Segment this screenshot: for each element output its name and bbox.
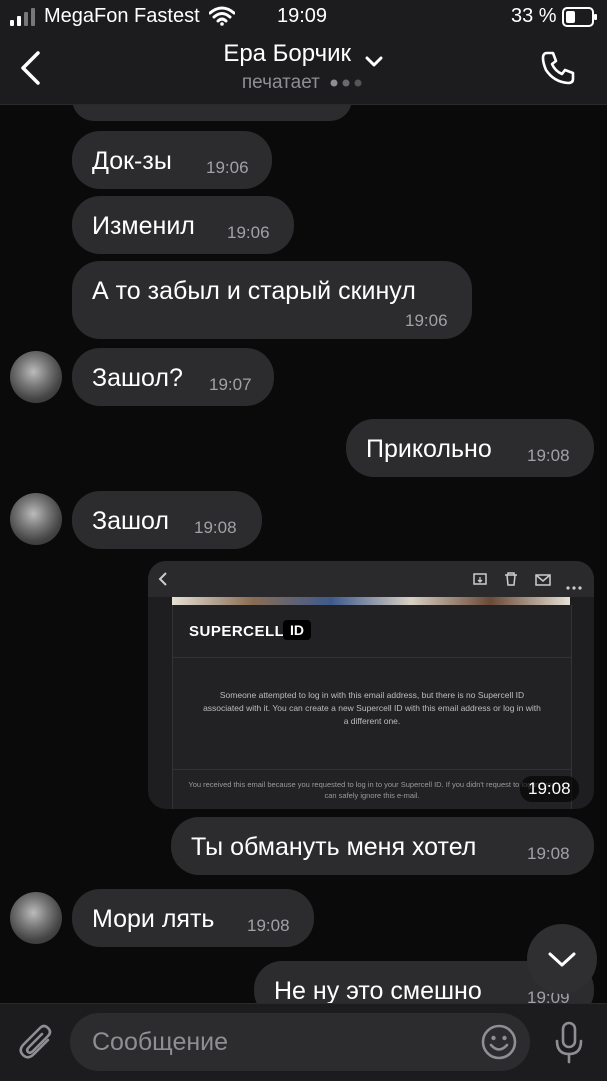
message-text: Прикольно bbox=[366, 435, 492, 463]
message-bubble[interactable]: А то забыл и старый скинул 19:06 bbox=[72, 261, 472, 339]
microphone-icon[interactable] bbox=[552, 1020, 586, 1066]
wifi-icon bbox=[208, 6, 236, 26]
composer-bar: Сообщение bbox=[0, 1003, 607, 1081]
message-bubble[interactable]: Мори лять 19:08 bbox=[72, 889, 314, 947]
message-bubble[interactable]: Изменил 19:06 bbox=[72, 196, 294, 254]
trash-icon bbox=[504, 571, 518, 587]
message-text: Ты обмануть меня хотел bbox=[191, 833, 477, 861]
attach-icon[interactable] bbox=[18, 1022, 56, 1064]
email-toolbar bbox=[148, 561, 594, 597]
supercell-logo: SUPERCELL bbox=[189, 623, 285, 640]
message-text: А то забыл и старый скинул bbox=[92, 277, 416, 305]
archive-icon bbox=[473, 572, 487, 586]
message-text: Док-зы bbox=[92, 147, 172, 175]
message-time: 19:08 bbox=[194, 518, 237, 537]
contact-name[interactable]: Ера Борчик bbox=[223, 40, 351, 67]
signal-icon bbox=[10, 8, 38, 26]
message-bubble-outgoing[interactable]: Прикольно 19:08 bbox=[346, 419, 594, 477]
image-message[interactable]: SUPERCELL ID Someone attempted to log in… bbox=[148, 561, 594, 809]
message-bubble[interactable]: Зашол 19:08 bbox=[72, 491, 262, 549]
message-bubble[interactable]: Зашол? 19:07 bbox=[72, 348, 274, 406]
message-time: 19:08 bbox=[247, 916, 290, 935]
message-text: Мори лять bbox=[92, 905, 215, 933]
message-text: Изменил bbox=[92, 212, 195, 240]
mail-icon bbox=[535, 573, 551, 586]
avatar[interactable] bbox=[10, 351, 62, 403]
battery-icon bbox=[562, 7, 598, 27]
message-time: 19:06 bbox=[405, 311, 448, 330]
message-bubble[interactable]: Док-зы 19:06 bbox=[72, 131, 272, 189]
message-text: Не ну это смешно bbox=[274, 977, 482, 1003]
email-hero-image bbox=[172, 597, 570, 605]
message-time: 19:08 bbox=[527, 844, 570, 863]
status-bar: MegaFon Fastest 19:09 33 % bbox=[0, 0, 607, 34]
scroll-down-icon[interactable] bbox=[527, 924, 597, 994]
message-time: 19:06 bbox=[206, 158, 249, 177]
message-time: 19:08 bbox=[527, 446, 570, 465]
email-card: SUPERCELL ID Someone attempted to log in… bbox=[172, 605, 572, 809]
avatar[interactable] bbox=[10, 493, 62, 545]
carrier-name: MegaFon Fastest bbox=[44, 5, 200, 27]
chat-header: Ера Борчик печатает bbox=[0, 34, 607, 105]
avatar[interactable] bbox=[10, 892, 62, 944]
typing-text: печатает bbox=[241, 72, 320, 93]
message-bubble-outgoing[interactable]: Ты обмануть меня хотел 19:08 bbox=[171, 817, 594, 875]
back-chevron-icon bbox=[158, 571, 168, 587]
supercell-id-badge: ID bbox=[283, 620, 311, 640]
image-message-time: 19:08 bbox=[520, 776, 579, 802]
message-list[interactable]: Док-зы 19:06 Изменил 19:06 А то забыл и … bbox=[0, 105, 607, 1003]
chevron-down-icon[interactable] bbox=[364, 48, 384, 67]
message-time: 19:06 bbox=[227, 223, 270, 242]
contact-name-row[interactable]: Ера Борчик bbox=[0, 40, 607, 68]
email-footer: You received this email because you requ… bbox=[188, 780, 556, 800]
more-icon bbox=[566, 577, 582, 590]
typing-dots-icon bbox=[329, 72, 365, 87]
message-input-placeholder: Сообщение bbox=[92, 1028, 229, 1056]
message-text: Зашол? bbox=[92, 364, 183, 392]
battery-percent: 33 % bbox=[511, 5, 557, 27]
previous-media-bubble[interactable] bbox=[72, 105, 352, 121]
phone-icon[interactable] bbox=[538, 48, 578, 88]
typing-status: печатает bbox=[0, 72, 607, 94]
emoji-icon[interactable] bbox=[480, 1023, 518, 1061]
clock: 19:09 bbox=[277, 5, 328, 27]
message-time: 19:07 bbox=[209, 375, 252, 394]
email-body: Someone attempted to log in with this em… bbox=[203, 690, 541, 726]
message-input[interactable]: Сообщение bbox=[70, 1013, 530, 1071]
message-text: Зашол bbox=[92, 507, 170, 535]
